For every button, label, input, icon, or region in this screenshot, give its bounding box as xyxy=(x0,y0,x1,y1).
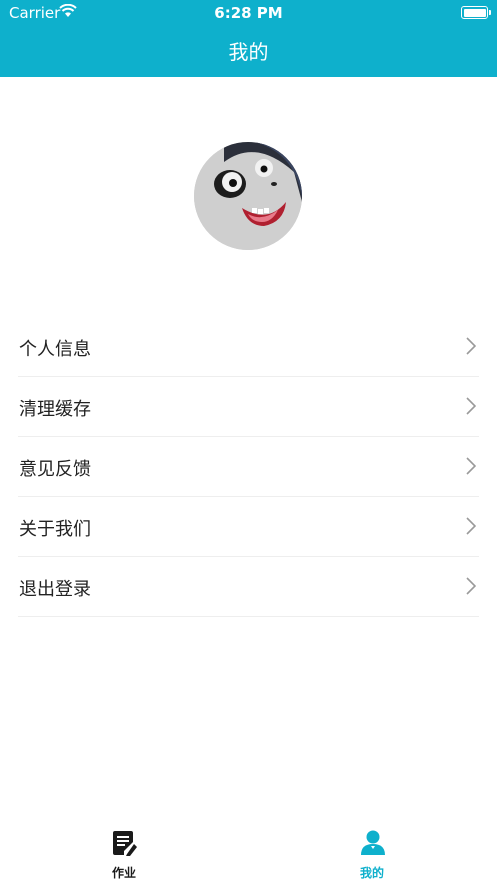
chevron-right-icon xyxy=(466,337,476,355)
menu-item-label: 清理缓存 xyxy=(19,399,91,420)
avatar[interactable] xyxy=(194,142,302,250)
chevron-right-icon xyxy=(466,577,476,595)
tab-mine-label: 我的 xyxy=(359,866,384,880)
tab-mine[interactable]: 我的 xyxy=(248,820,496,883)
page-title: 我的 xyxy=(228,40,269,64)
tab-homework-label: 作业 xyxy=(111,866,136,880)
chevron-right-icon xyxy=(466,397,476,415)
chevron-right-icon xyxy=(466,517,476,535)
battery-icon xyxy=(461,6,491,19)
menu-item-label: 关于我们 xyxy=(19,519,91,540)
menu-item-about[interactable]: 关于我们 xyxy=(18,497,479,557)
tab-bar: 作业 我的 xyxy=(0,820,497,883)
chevron-right-icon xyxy=(466,457,476,475)
user-icon xyxy=(361,830,385,855)
document-edit-icon xyxy=(113,831,137,856)
tab-homework[interactable]: 作业 xyxy=(0,820,248,883)
menu-item-label: 个人信息 xyxy=(19,339,91,360)
panda-avatar-icon xyxy=(194,142,302,250)
menu-item-label: 退出登录 xyxy=(19,579,91,600)
menu-item-logout[interactable]: 退出登录 xyxy=(18,557,479,617)
menu-item-label: 意见反馈 xyxy=(19,459,91,480)
menu-item-clear-cache[interactable]: 清理缓存 xyxy=(18,377,479,437)
menu-item-feedback[interactable]: 意见反馈 xyxy=(18,437,479,497)
menu-item-profile[interactable]: 个人信息 xyxy=(18,317,479,377)
settings-menu: 个人信息 清理缓存 意见反馈 关于我们 退出登录 xyxy=(18,317,479,617)
status-time: 6:28 PM xyxy=(214,4,283,22)
navigation-header: Carrier 6:28 PM 我的 xyxy=(0,0,497,77)
status-bar: Carrier 6:28 PM xyxy=(0,0,497,26)
